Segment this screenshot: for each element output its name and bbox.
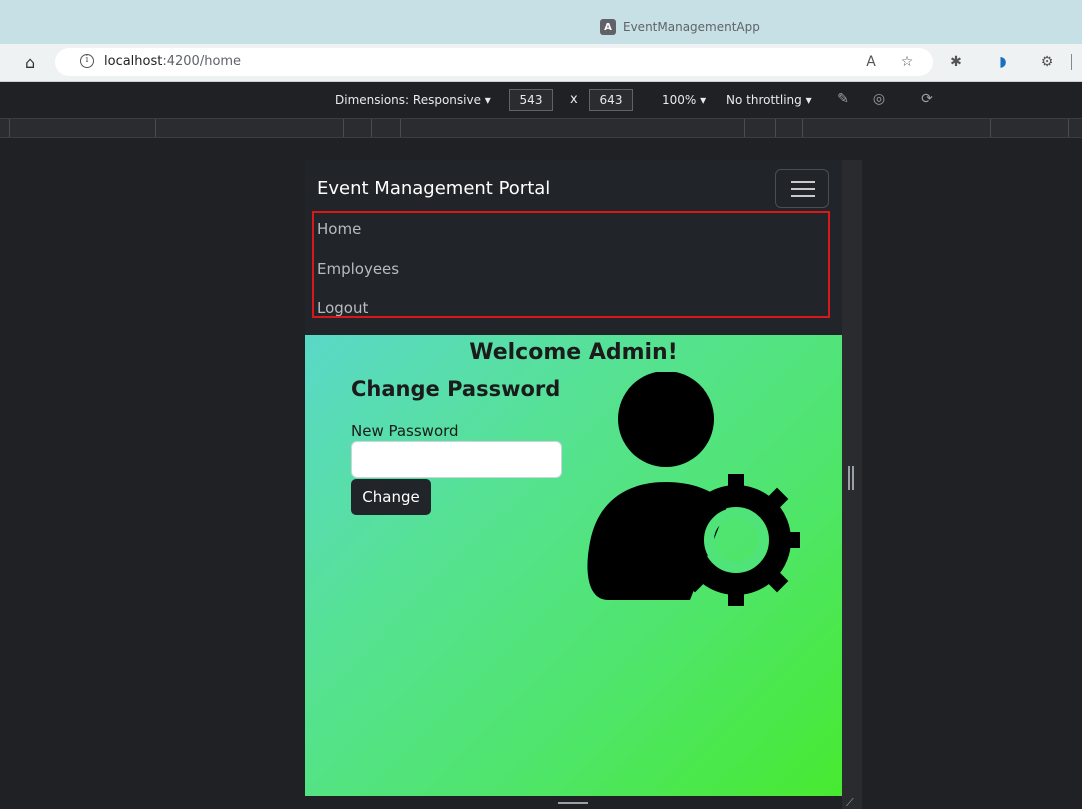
angular-icon: A: [600, 19, 616, 35]
home-icon[interactable]: ⌂: [25, 54, 43, 72]
hamburger-icon-line: [791, 195, 815, 197]
dimensions-select[interactable]: Dimensions: Responsive ▾: [335, 92, 491, 108]
ruler-tick: [744, 119, 745, 137]
throttling-label: No throttling: [726, 93, 802, 107]
read-aloud-icon[interactable]: A: [860, 52, 882, 72]
favorite-star-icon[interactable]: ☆: [896, 52, 918, 72]
new-password-label: New Password: [351, 422, 459, 440]
ruler-tick: [775, 119, 776, 137]
hamburger-icon-line: [791, 188, 815, 190]
hamburger-icon-line: [791, 181, 815, 183]
url-path: :4200/home: [162, 54, 242, 69]
url-host: localhost: [104, 54, 163, 69]
extensions-puzzle-icon[interactable]: ⚙: [1036, 52, 1058, 72]
ruler-tick: [990, 119, 991, 137]
navbar-brand[interactable]: Event Management Portal: [317, 177, 550, 201]
ruler-tick: [802, 119, 803, 137]
corner-resize-handle[interactable]: ⟋: [846, 796, 858, 809]
ruler-tick: [155, 119, 156, 137]
ruler-tick: [400, 119, 401, 137]
throttling-select[interactable]: No throttling ▾: [726, 92, 812, 108]
annotation-highlight-box: [312, 211, 830, 318]
width-input[interactable]: 543: [509, 89, 553, 111]
change-button[interactable]: Change: [351, 479, 431, 515]
vision-icon[interactable]: ◎: [869, 89, 889, 109]
browser-title-bar: [0, 0, 1082, 44]
toolbar-separator: [1071, 54, 1072, 70]
zoom-label: 100%: [662, 93, 697, 107]
ruler-tick: [371, 119, 372, 137]
rotate-icon[interactable]: ⟳: [917, 89, 937, 109]
color-picker-icon[interactable]: ✎: [833, 89, 853, 109]
welcome-heading: Welcome Admin!: [469, 340, 678, 365]
zoom-select[interactable]: 100% ▾: [662, 92, 706, 108]
ruler-tick: [1068, 119, 1069, 137]
change-password-heading: Change Password: [351, 377, 561, 401]
new-password-input[interactable]: [351, 441, 562, 478]
ruler-tick: [9, 119, 10, 137]
extension-bug-icon[interactable]: ✱: [945, 52, 967, 72]
bottom-resize-handle[interactable]: [558, 802, 588, 806]
admin-settings-icon: [587, 372, 800, 606]
navbar-toggler-button[interactable]: [775, 169, 829, 208]
extension-icon[interactable]: ◗: [992, 52, 1014, 72]
info-icon[interactable]: i: [80, 54, 94, 68]
ruler-tick: [343, 119, 344, 137]
dimension-separator: x: [570, 92, 578, 107]
height-input[interactable]: 643: [589, 89, 633, 111]
window-title-text: EventManagementApp: [623, 20, 760, 34]
window-title: A EventManagementApp: [600, 18, 760, 36]
side-resize-handle[interactable]: [848, 466, 854, 490]
dimensions-label: Dimensions: Responsive: [335, 93, 481, 107]
url-text[interactable]: localhost:4200/home: [104, 52, 241, 72]
device-ruler: [0, 118, 1082, 138]
